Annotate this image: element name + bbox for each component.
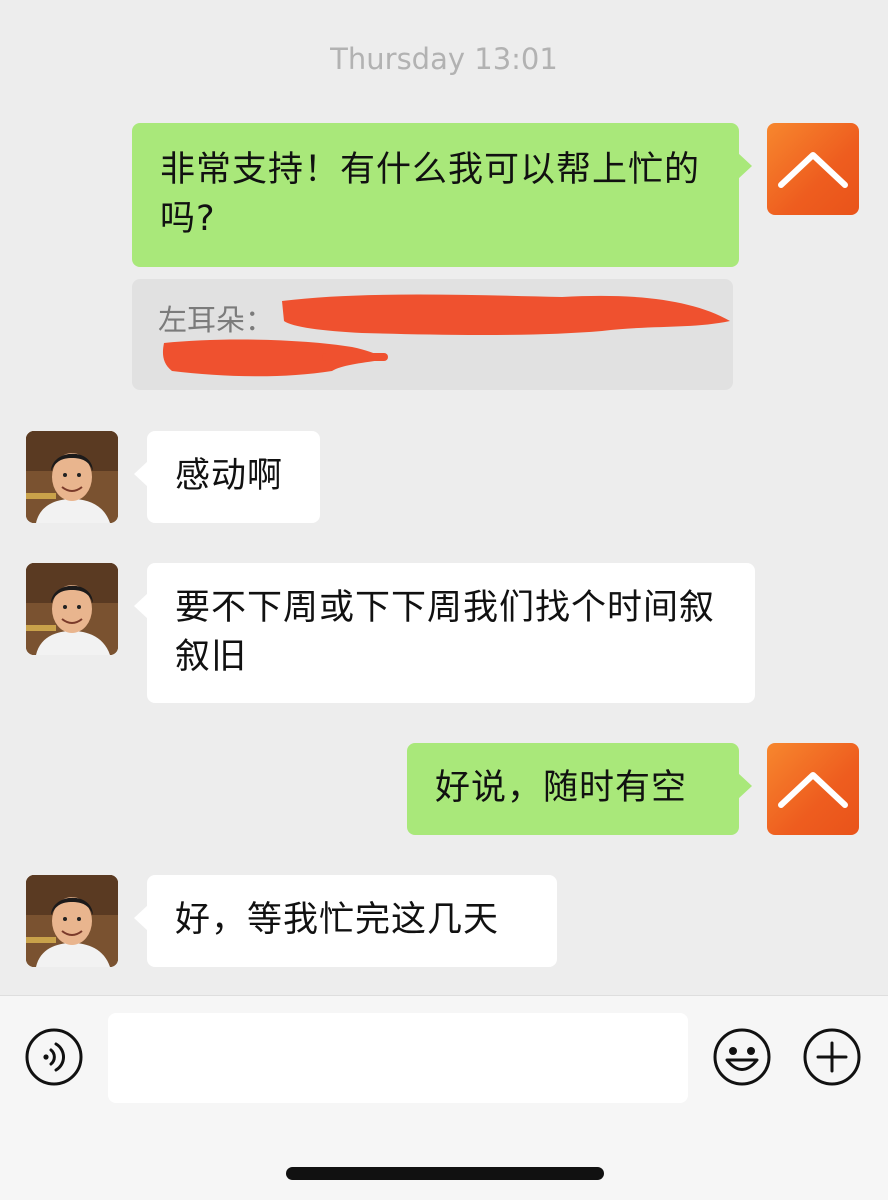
chat-area[interactable]: Thursday 13:01 非常支持！有什么我可以帮上忙的吗? 左耳朵： 感动… <box>0 0 888 995</box>
emoji-button[interactable] <box>712 1027 772 1087</box>
emoji-icon <box>713 1028 771 1086</box>
friend-avatar[interactable] <box>26 563 118 655</box>
plus-icon <box>803 1028 861 1086</box>
voice-input-icon <box>25 1028 83 1086</box>
friend-avatar[interactable] <box>26 431 118 523</box>
message-text: 好说，随时有空 <box>435 768 688 808</box>
message-bubble-friend[interactable]: 感动啊 <box>134 431 320 523</box>
message-text: 要不下周或下下周我们找个时间叙叙旧 <box>175 588 716 677</box>
input-toolbar <box>0 995 888 1200</box>
friend-avatar-image <box>26 875 118 967</box>
voice-input-button[interactable] <box>24 1027 84 1087</box>
redaction-mark <box>162 294 730 377</box>
self-avatar[interactable] <box>767 123 859 215</box>
home-indicator[interactable] <box>286 1167 604 1180</box>
quoted-message[interactable]: 左耳朵： <box>132 279 733 390</box>
message-text: 感动啊 <box>175 456 284 496</box>
message-bubble-self[interactable]: 非常支持！有什么我可以帮上忙的吗? <box>132 123 752 267</box>
message-bubble-friend[interactable]: 好，等我忙完这几天 <box>134 875 557 967</box>
self-avatar-image <box>778 772 848 808</box>
message-input[interactable] <box>108 1013 688 1103</box>
self-avatar[interactable] <box>767 743 859 835</box>
message-bubble-self[interactable]: 好说，随时有空 <box>407 743 752 835</box>
message-timestamp: Thursday 13:01 <box>330 42 558 76</box>
message-text: 好，等我忙完这几天 <box>175 900 500 940</box>
message-bubble-friend[interactable]: 要不下周或下下周我们找个时间叙叙旧 <box>134 563 755 703</box>
message-text: 非常支持！有什么我可以帮上忙的吗? <box>160 150 701 239</box>
friend-avatar[interactable] <box>26 875 118 967</box>
friend-avatar-image <box>26 431 118 523</box>
more-functions-button[interactable] <box>802 1027 862 1087</box>
self-avatar-image <box>778 152 848 188</box>
friend-avatar-image <box>26 563 118 655</box>
